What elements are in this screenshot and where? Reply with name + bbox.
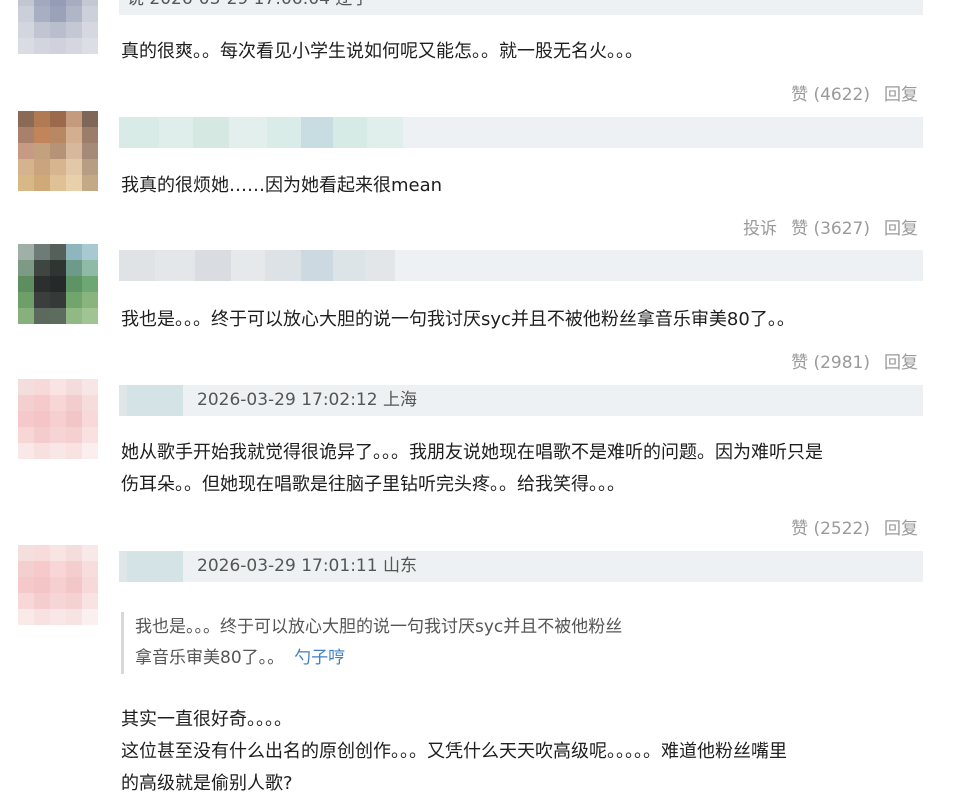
comment-line: 其实一直很好奇。。。。: [121, 709, 292, 730]
blurred-username: [119, 385, 183, 416]
comment-actions: 赞 (4622) 回复: [777, 80, 918, 105]
comment-line: 我真的很烦她……因为她看起来很mean: [121, 175, 443, 196]
quoted-comment: 我也是。。。终于可以放心大胆的说一句我讨厌syc并且不被他粉丝 拿音乐审美80了…: [121, 612, 735, 674]
blurred-username: [119, 117, 403, 148]
reply-button[interactable]: 回复: [884, 514, 918, 539]
comment-meta-bar: [119, 250, 923, 281]
blurred-username: [119, 551, 183, 582]
comment-meta-bar: [119, 117, 923, 148]
comment-meta: 2026-03-29 17:02:12 上海: [197, 390, 417, 410]
report-button[interactable]: 投诉: [743, 214, 777, 239]
reply-button[interactable]: 回复: [884, 80, 918, 105]
like-button[interactable]: 赞 (3627): [791, 214, 870, 239]
quote-author-link[interactable]: 勺子哼: [294, 648, 345, 668]
comment-text: 其实一直很好奇。。。。 这位甚至没有什么出名的原创创作。。。又凭什么天天吹高级呢…: [121, 704, 787, 800]
comment-line: 我也是。。。终于可以放心大胆的说一句我讨厌syc并且不被他粉丝拿音乐审美80了。…: [121, 309, 795, 330]
comment-text: 我真的很烦她……因为她看起来很mean: [121, 170, 442, 202]
quote-line-text: 拿音乐审美80了。。: [135, 648, 285, 668]
comment-meta-bar: 2026-03-29 17:01:11 山东: [119, 551, 923, 582]
comment-actions: 赞 (2981) 回复: [777, 348, 918, 373]
comment-meta: 2026-03-29 17:01:11 山东: [197, 556, 417, 576]
avatar[interactable]: [18, 0, 98, 54]
reply-button[interactable]: 回复: [884, 348, 918, 373]
quote-line: 我也是。。。终于可以放心大胆的说一句我讨厌syc并且不被他粉丝: [135, 617, 623, 637]
avatar[interactable]: [18, 379, 98, 459]
avatar[interactable]: [18, 111, 98, 191]
quote-line: 拿音乐审美80了。。 勺子哼: [135, 643, 735, 674]
comment-meta-bar: 2026-03-29 17:02:12 上海: [119, 385, 923, 416]
comment-line: 她从歌手开始我就觉得很诡异了。。。我朋友说她现在唱歌不是难听的问题。因为难听只是: [121, 442, 823, 463]
comment-line: 这位甚至没有什么出名的原创创作。。。又凭什么天天吹高级呢。。。。。难道他粉丝嘴里: [121, 741, 787, 762]
comment-actions: 赞 (2522) 回复: [777, 514, 918, 539]
comment-line: 伤耳朵。。但她现在唱歌是往脑子里钻听完头疼。。给我笑得。。。: [121, 474, 625, 495]
like-button[interactable]: 赞 (2981): [791, 348, 870, 373]
avatar[interactable]: [18, 545, 98, 625]
comment-line: 的高级就是偷别人歌?: [121, 773, 293, 794]
comment-text: 她从歌手开始我就觉得很诡异了。。。我朋友说她现在唱歌不是难听的问题。因为难听只是…: [121, 437, 823, 501]
comment-text: 我也是。。。终于可以放心大胆的说一句我讨厌syc并且不被他粉丝拿音乐审美80了。…: [121, 304, 795, 336]
blurred-username: [119, 250, 395, 281]
reply-button[interactable]: 回复: [884, 214, 918, 239]
comment-text: 真的很爽。。每次看见小学生说如何呢又能怎。。就一股无名火。。。: [121, 36, 643, 68]
avatar[interactable]: [18, 244, 98, 324]
like-button[interactable]: 赞 (4622): [791, 80, 870, 105]
like-button[interactable]: 赞 (2522): [791, 514, 870, 539]
comment-meta-bar: 说 2026-03-29 17:06:04 辽宁: [119, 0, 923, 15]
comment-actions: 投诉 赞 (3627) 回复: [729, 214, 918, 239]
comment-line: 真的很爽。。每次看见小学生说如何呢又能怎。。就一股无名火。。。: [121, 41, 643, 62]
comment-meta: 说 2026-03-29 17:06:04 辽宁: [127, 0, 369, 15]
